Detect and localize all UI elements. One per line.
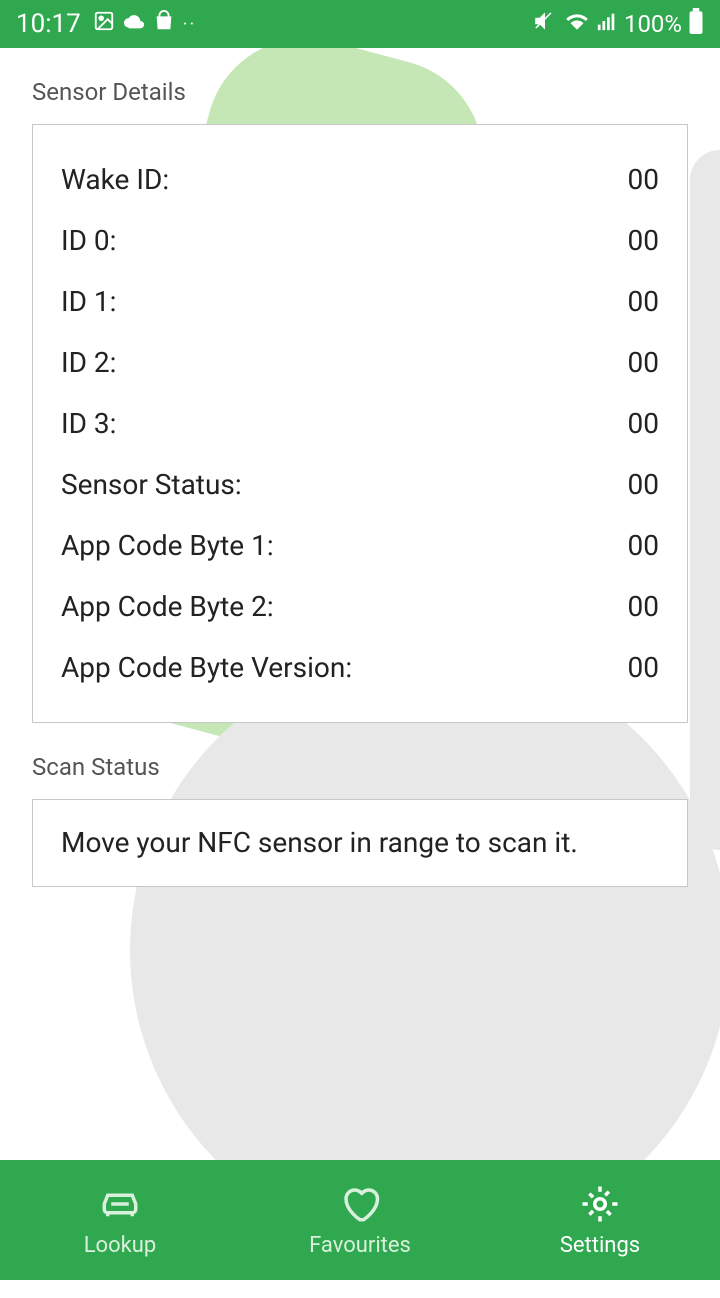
sensor-row-label: ID 2: bbox=[61, 346, 116, 379]
status-time: 10:17 bbox=[16, 9, 81, 39]
sensor-row-value: 00 bbox=[628, 346, 659, 379]
sensor-row: App Code Byte 1: 00 bbox=[61, 515, 659, 576]
wifi-icon bbox=[564, 8, 590, 40]
car-icon bbox=[99, 1183, 141, 1225]
nav-favourites-label: Favourites bbox=[309, 1233, 411, 1258]
scan-status-message: Move your NFC sensor in range to scan it… bbox=[61, 826, 578, 859]
nav-lookup[interactable]: Lookup bbox=[0, 1160, 240, 1280]
nav-favourites[interactable]: Favourites bbox=[240, 1160, 480, 1280]
sensor-row-value: 00 bbox=[628, 590, 659, 623]
sensor-row-label: App Code Byte 2: bbox=[61, 590, 274, 623]
sensor-row-value: 00 bbox=[628, 163, 659, 196]
sensor-row-value: 00 bbox=[628, 224, 659, 257]
sensor-details-title: Sensor Details bbox=[32, 78, 688, 106]
signal-icon bbox=[596, 10, 618, 38]
sensor-row: ID 1: 00 bbox=[61, 271, 659, 332]
heart-icon bbox=[339, 1183, 381, 1225]
battery-percent: 100% bbox=[624, 10, 682, 38]
bottom-nav: Lookup Favourites Settings bbox=[0, 1160, 720, 1280]
sensor-row-value: 00 bbox=[628, 651, 659, 684]
sensor-row-value: 00 bbox=[628, 407, 659, 440]
sensor-row: App Code Byte 2: 00 bbox=[61, 576, 659, 637]
bag-icon bbox=[153, 9, 175, 39]
more-icon: ·· bbox=[183, 14, 196, 35]
sensor-row-label: Sensor Status: bbox=[61, 468, 242, 501]
sensor-row-label: Wake ID: bbox=[61, 163, 169, 196]
cloud-icon bbox=[123, 9, 145, 39]
sensor-row: ID 3: 00 bbox=[61, 393, 659, 454]
sensor-row: Sensor Status: 00 bbox=[61, 454, 659, 515]
sensor-row: Wake ID: 00 bbox=[61, 149, 659, 210]
scan-status-card: Move your NFC sensor in range to scan it… bbox=[32, 799, 688, 887]
sensor-row-value: 00 bbox=[628, 529, 659, 562]
sensor-row: ID 0: 00 bbox=[61, 210, 659, 271]
sensor-row-value: 00 bbox=[628, 468, 659, 501]
status-bar: 10:17 ·· 100% bbox=[0, 0, 720, 48]
battery-icon bbox=[688, 8, 704, 40]
sensor-row-label: ID 1: bbox=[61, 285, 116, 318]
nav-lookup-label: Lookup bbox=[84, 1233, 157, 1258]
sensor-row-label: ID 0: bbox=[61, 224, 116, 257]
mute-icon bbox=[532, 8, 558, 40]
sensor-row: App Code Byte Version: 00 bbox=[61, 637, 659, 698]
nav-settings[interactable]: Settings bbox=[480, 1160, 720, 1280]
sensor-row-label: App Code Byte Version: bbox=[61, 651, 352, 684]
sensor-details-card: Wake ID:00ID 0:00ID 1:00ID 2:00ID 3:00Se… bbox=[32, 124, 688, 723]
sensor-row: ID 2: 00 bbox=[61, 332, 659, 393]
image-icon bbox=[93, 9, 115, 39]
nav-settings-label: Settings bbox=[560, 1233, 640, 1258]
scan-status-title: Scan Status bbox=[32, 753, 688, 781]
sensor-row-label: ID 3: bbox=[61, 407, 116, 440]
sensor-row-label: App Code Byte 1: bbox=[61, 529, 274, 562]
sensor-row-value: 00 bbox=[628, 285, 659, 318]
gear-icon bbox=[579, 1183, 621, 1225]
